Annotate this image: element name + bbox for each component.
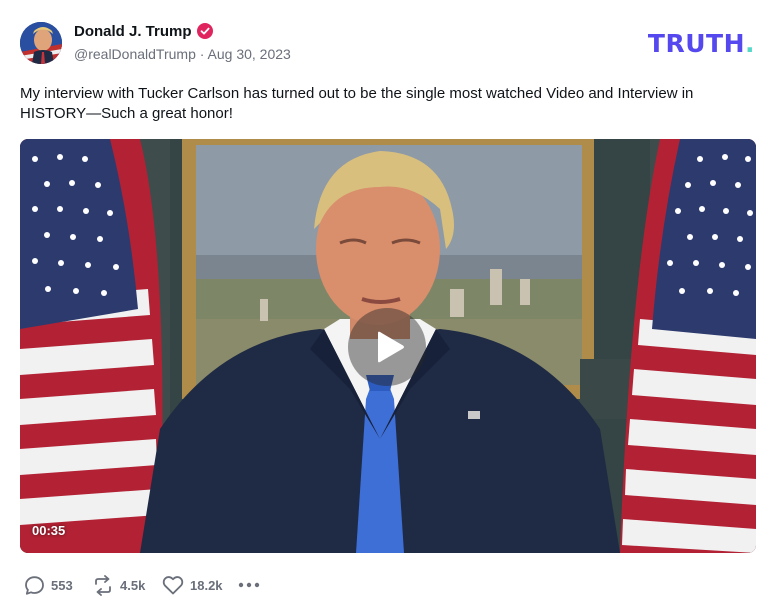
meta-separator: · [195,46,208,62]
reply-count: 553 [51,577,73,593]
flag-left [20,139,163,553]
retruth-count: 4.5k [120,577,146,593]
post-header: Donald J. Trump @realDonaldTrump · Aug 3… [20,20,757,66]
avatar[interactable] [20,22,62,64]
post-text: My interview with Tucker Carlson has tur… [20,85,694,122]
video-player[interactable]: 00:35 [20,139,756,553]
reply-icon [25,575,44,595]
like-count: 18.2k [190,577,223,593]
video-duration: 00:35 [32,523,66,538]
reply-button[interactable]: 553 [24,572,73,598]
logo-text: TRUTH [647,29,745,58]
like-button[interactable]: 18.2k [162,572,223,598]
retruth-icon [95,574,111,596]
heart-icon [162,576,184,595]
retruth-button[interactable]: 4.5k [92,572,145,598]
play-button[interactable] [348,308,426,386]
more-options-button[interactable] [238,572,260,598]
author-name-text[interactable]: Donald J. Trump [74,23,192,40]
post-meta: @realDonaldTrump · Aug 30, 2023 [74,46,291,62]
author-name[interactable]: Donald J. Trump [74,23,213,40]
author-handle[interactable]: @realDonaldTrump [74,46,196,62]
avatar-image [20,22,62,64]
verified-badge-icon [196,23,213,39]
post-date[interactable]: Aug 30, 2023 [208,46,291,62]
more-icon [238,582,260,588]
logo-dot: . [745,29,755,58]
play-icon [378,331,404,363]
truth-logo[interactable]: TRUTH. [648,29,755,58]
